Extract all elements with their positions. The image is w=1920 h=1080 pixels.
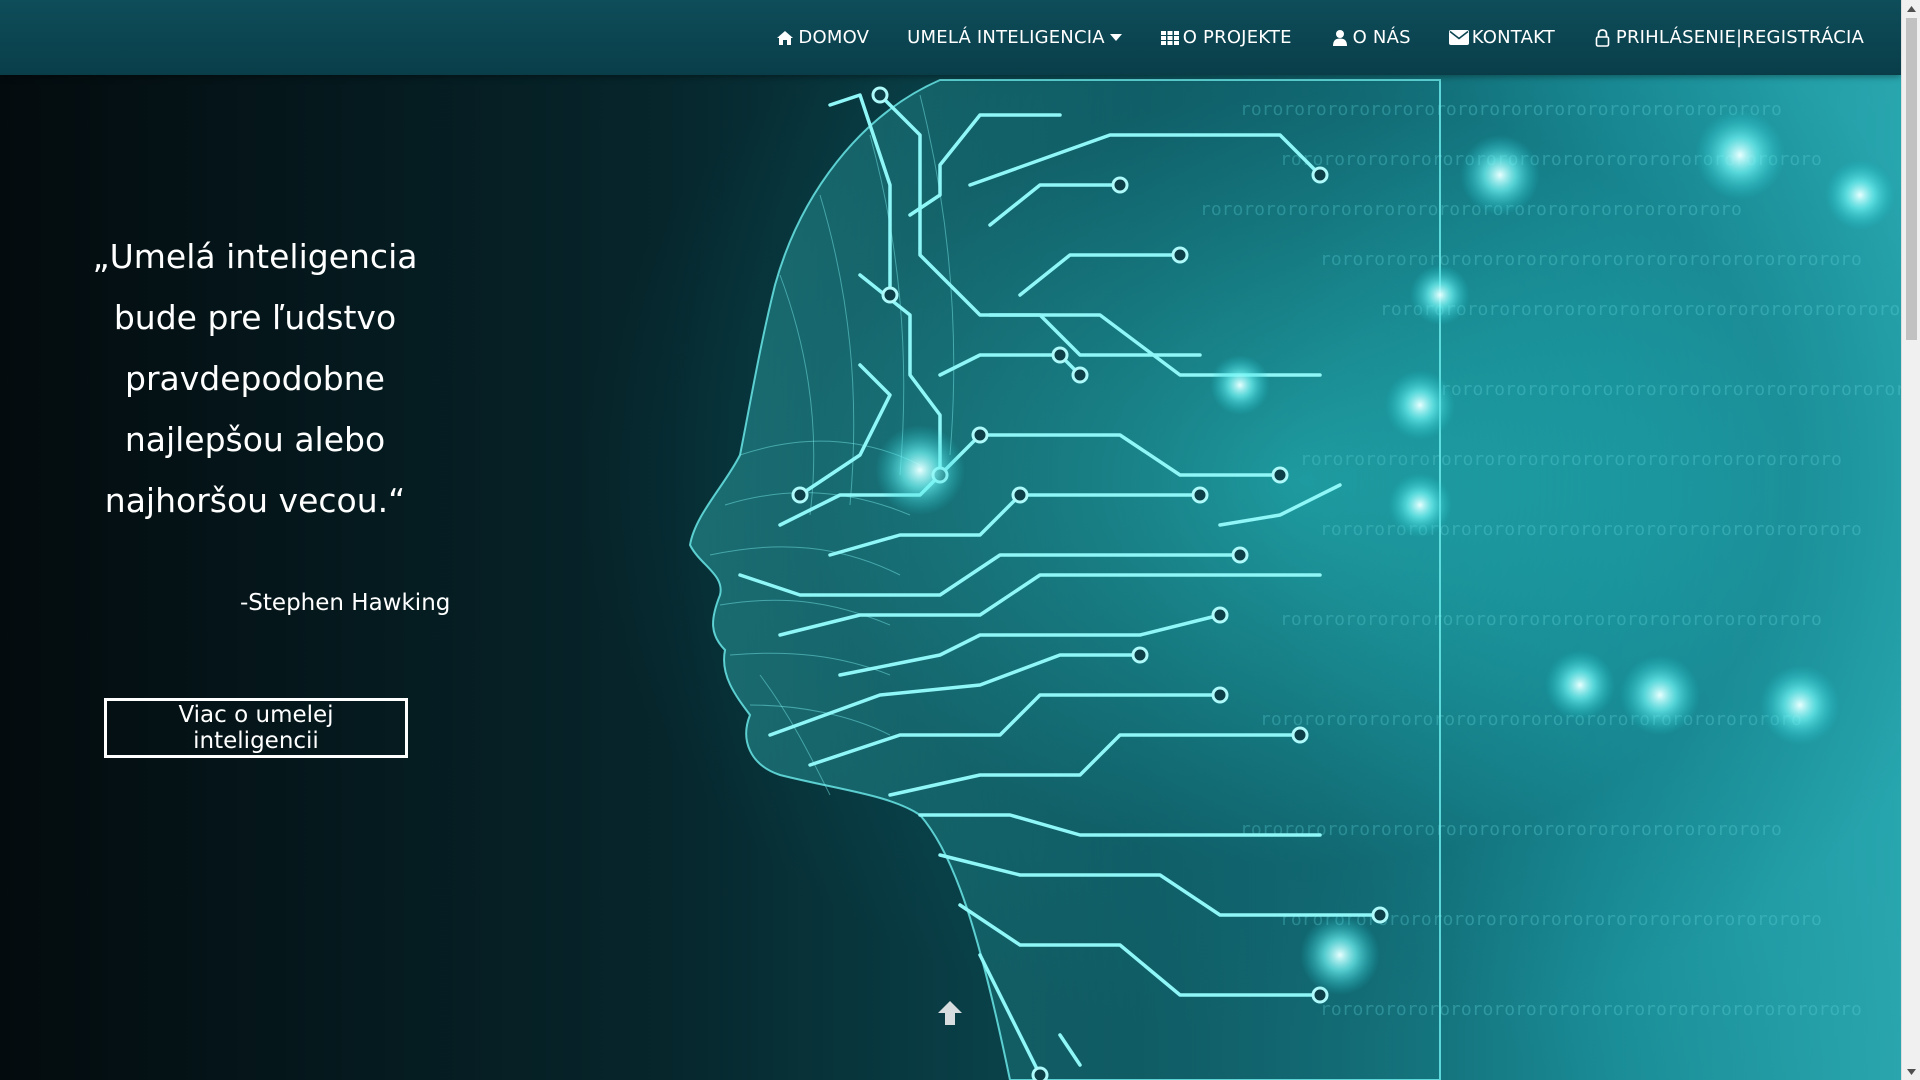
- nav-item-umela-inteligencia[interactable]: UMELÁ INTELIGENCIA: [888, 0, 1141, 75]
- envelope-icon: [1448, 29, 1469, 47]
- caret-down-icon: [1109, 34, 1122, 41]
- quote-line: pravdepodobne: [125, 359, 385, 398]
- scrollbar-thumb[interactable]: [1906, 18, 1917, 340]
- binary-text-row: rorororororororororororororororororororo…: [1440, 379, 1901, 400]
- quote-line: najhoršou vecou.“: [104, 481, 406, 520]
- nav-item-label: UMELÁ INTELIGENCIA: [907, 27, 1105, 48]
- scroll-up-arrow-icon[interactable]: [1902, 0, 1920, 17]
- quote-line: najlepšou alebo: [124, 420, 386, 459]
- grid-icon: [1160, 29, 1180, 47]
- home-icon: [775, 29, 795, 47]
- nav-item-o-nas[interactable]: O NÁS: [1311, 0, 1430, 75]
- lock-icon: [1593, 28, 1613, 47]
- page-viewport: DOMOV UMELÁ INTELIGENCIA O PROJEKTE O NÁ…: [0, 0, 1901, 1080]
- nav-item-prihlasenie-registracia[interactable]: PRIHLÁSENIE|REGISTRÁCIA: [1574, 0, 1883, 75]
- ai-circuit-head-illustration: rorororororororororororororororororororo…: [688, 79, 1901, 1080]
- scroll-to-top-arrow-icon[interactable]: [935, 998, 965, 1028]
- scroll-down-arrow-icon[interactable]: [1902, 1063, 1920, 1080]
- nav-item-o-projekte[interactable]: O PROJEKTE: [1141, 0, 1311, 75]
- quote-line: bude pre ľudstvo: [113, 298, 397, 337]
- top-navbar: DOMOV UMELÁ INTELIGENCIA O PROJEKTE O NÁ…: [0, 0, 1901, 75]
- nav-item-label: O NÁS: [1352, 27, 1411, 48]
- hero-quote: „Umelá inteligencia bude pre ľudstvo pra…: [60, 226, 450, 531]
- vertical-scrollbar[interactable]: [1901, 0, 1920, 1080]
- nav-item-kontakt[interactable]: KONTAKT: [1430, 0, 1574, 75]
- more-about-ai-button[interactable]: Viac o umelej inteligencii: [104, 698, 408, 758]
- nav-item-label: O PROJEKTE: [1182, 27, 1292, 48]
- nav-item-label: KONTAKT: [1471, 27, 1555, 48]
- nav-item-label: DOMOV: [798, 27, 870, 48]
- nav-item-domov[interactable]: DOMOV: [756, 0, 888, 75]
- nav-list: DOMOV UMELÁ INTELIGENCIA O PROJEKTE O NÁ…: [756, 0, 1883, 75]
- user-icon: [1330, 29, 1350, 47]
- quote-line: „Umelá inteligencia: [92, 237, 418, 276]
- nav-item-label: PRIHLÁSENIE|REGISTRÁCIA: [1615, 27, 1864, 48]
- quote-author: -Stephen Hawking: [240, 590, 451, 616]
